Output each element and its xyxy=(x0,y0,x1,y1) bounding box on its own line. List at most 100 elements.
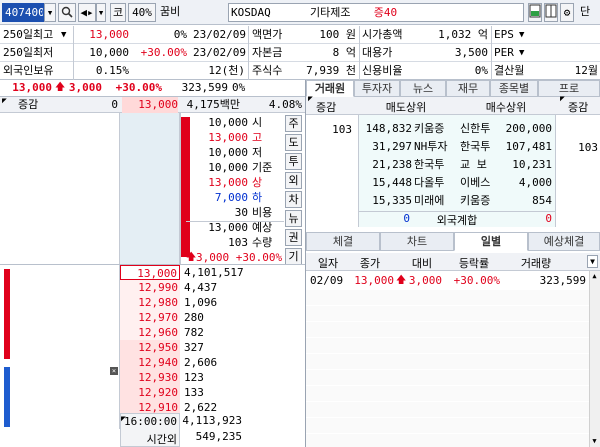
order-book-row[interactable]: 12,920 133 xyxy=(120,385,305,400)
order-book-row[interactable]: 12,980 1,096 xyxy=(120,295,305,310)
daily-row[interactable]: 02/09 13,000 🡅 3,000 +30.00% 323,599 xyxy=(306,273,589,289)
buy-broker[interactable]: 한국투 xyxy=(460,139,490,155)
trader-tab[interactable]: 프로 xyxy=(538,80,600,97)
ask-price[interactable]: 13,000 xyxy=(120,265,180,280)
bottom-tab[interactable]: 예상체결 xyxy=(528,232,600,251)
sell-broker[interactable]: NH투자 xyxy=(414,139,448,155)
daily-header[interactable]: 일자 xyxy=(310,255,346,271)
trader-left-change-label: 증감 xyxy=(316,101,337,114)
search-icon[interactable] xyxy=(58,3,76,22)
market-prefix-button[interactable]: 코 xyxy=(110,3,126,22)
trader-row: 31,297 NH투자 한국투 107,481 xyxy=(358,139,556,155)
shares-label: 주식수 xyxy=(252,64,283,77)
buy-broker[interactable]: 신한투 xyxy=(460,121,490,137)
ask-price[interactable]: 12,930 xyxy=(120,370,180,385)
market-cap-label: 시가총액 xyxy=(362,28,403,41)
stock-code-input[interactable]: 407400 xyxy=(2,3,44,22)
daily-header[interactable]: 거래량 xyxy=(506,255,566,271)
sell-broker[interactable]: 한국투 xyxy=(414,157,444,173)
daily-sort-dropdown-icon[interactable]: ▼ xyxy=(587,255,598,268)
daily-change: 3,000 xyxy=(408,274,442,287)
trader-panel: ◤ 증감 매도상위 매수상위 ◤ 증감 103 103 148,832 키움증 신한… xyxy=(306,94,600,227)
buy-broker[interactable]: 이베스 xyxy=(460,175,490,191)
back-forward-icon[interactable]: ◀▸ xyxy=(78,3,96,22)
sell-price-area xyxy=(120,113,180,265)
summary-row: 13,000 예상 xyxy=(186,220,284,235)
window-split-icon[interactable] xyxy=(528,3,542,22)
summary-row: 🡅 3,000 +30.00% xyxy=(186,250,284,265)
side-tab-button[interactable]: 차 xyxy=(285,191,302,208)
trader-tab[interactable]: 종목별 xyxy=(490,80,538,97)
up-arrow-icon: 🡅 xyxy=(186,252,197,263)
side-tab-button[interactable]: 외 xyxy=(285,172,302,189)
sell-broker[interactable]: 미래에 xyxy=(414,193,444,209)
ask-price[interactable]: 12,920 xyxy=(120,385,180,400)
summary-value: 10,000 xyxy=(208,161,248,174)
sell-volume-bar xyxy=(4,269,10,359)
daily-header[interactable]: 종가 xyxy=(346,255,394,271)
per-dropdown-icon[interactable]: ▼ xyxy=(519,45,524,62)
code-dropdown-icon[interactable]: ▾ xyxy=(44,3,56,22)
stock-info-table: 250일최고 ▼ 13,000 0% 23/02/09 액면가 100 원 시가… xyxy=(0,26,600,80)
foreign-sum-right: 0 xyxy=(545,212,552,225)
high-250d-dropdown-icon[interactable]: ▼ xyxy=(61,27,66,44)
trader-row: 21,238 한국투 교 보 10,231 xyxy=(358,157,556,173)
credit-ratio-value: 0% xyxy=(474,64,488,77)
side-tab-button[interactable]: 도 xyxy=(285,134,302,151)
daily-header[interactable]: 등락률 xyxy=(446,255,502,271)
trader-tab[interactable]: 뉴스 xyxy=(400,80,446,97)
buy-broker[interactable]: 교 보 xyxy=(460,157,487,173)
order-book-row[interactable]: 12,930 123 xyxy=(120,370,305,385)
trader-tab[interactable]: 거래원 xyxy=(306,80,354,97)
window-layout-icon[interactable] xyxy=(544,3,558,22)
bottom-tab[interactable]: 차트 xyxy=(380,232,454,251)
daily-header[interactable]: 대비 xyxy=(398,255,446,271)
scroll-down-icon[interactable]: ▼ xyxy=(589,436,600,447)
trader-tab[interactable]: 재무 xyxy=(446,80,490,97)
daily-rate: +30.00% xyxy=(453,274,500,287)
high-250d-rate: 0% xyxy=(173,28,187,41)
sell-broker[interactable]: 다올투 xyxy=(414,175,444,191)
scroll-up-icon[interactable]: ▲ xyxy=(589,271,600,282)
trader-tab[interactable]: 투자자 xyxy=(354,80,400,97)
buy-qty: 10,231 xyxy=(512,158,552,171)
ask-price[interactable]: 12,960 xyxy=(120,325,180,340)
corner-marker-icon: ◤ xyxy=(2,96,7,105)
daily-volume: 323,599 xyxy=(539,274,586,287)
daily-scrollbar[interactable] xyxy=(589,271,600,447)
ask-price[interactable]: 12,990 xyxy=(120,280,180,295)
summary-row: 13,000 고 xyxy=(186,130,284,145)
fiscal-month-value: 12월 xyxy=(574,64,598,77)
ask-price[interactable]: 12,970 xyxy=(120,310,180,325)
ask-price[interactable]: 12,940 xyxy=(120,355,180,370)
ask-price[interactable]: 12,980 xyxy=(120,295,180,310)
order-book-row[interactable]: 12,940 2,606 xyxy=(120,355,305,370)
order-book: ◤ 증감 0 13,000 4,175백만 4.08% 10,000 시 13,00… xyxy=(0,96,305,447)
gear-icon[interactable]: ⚙ xyxy=(560,3,574,22)
buy-broker[interactable]: 키움증 xyxy=(460,193,490,209)
expand-icon[interactable]: × xyxy=(110,367,118,375)
side-tab-button[interactable]: 투 xyxy=(285,153,302,170)
side-tab-button[interactable]: 기 xyxy=(285,248,302,265)
buy-volume-bar xyxy=(4,367,10,427)
order-book-row[interactable]: 12,960 782 xyxy=(120,325,305,340)
sell-broker[interactable]: 키움증 xyxy=(414,121,444,137)
summary-label: 하 xyxy=(252,191,263,204)
side-tab-button[interactable]: 권 xyxy=(285,229,302,246)
order-book-row[interactable]: 13,000 4,101,517 xyxy=(120,265,305,280)
bottom-tab[interactable]: 일별 xyxy=(454,232,528,251)
side-tab-button[interactable]: 뉴 xyxy=(285,210,302,227)
buy-qty: 107,481 xyxy=(505,140,552,153)
bottom-tab[interactable]: 체결 xyxy=(306,232,380,251)
order-book-row[interactable]: 12,970 280 xyxy=(120,310,305,325)
side-tab-button[interactable]: 주 xyxy=(285,115,302,132)
order-book-row[interactable]: 12,950 327 xyxy=(120,340,305,355)
eps-dropdown-icon[interactable]: ▼ xyxy=(519,27,524,44)
history-dropdown-icon[interactable]: ▾ xyxy=(96,3,106,22)
ask-price[interactable]: 12,950 xyxy=(120,340,180,355)
summary-label: 상 xyxy=(252,176,263,189)
per-label: PER xyxy=(494,46,514,59)
order-book-row[interactable]: 12,990 4,437 xyxy=(120,280,305,295)
summary-row: 103 수량 xyxy=(186,235,284,250)
toolbar: 407400 ▾ ◀▸ ▾ 코 40% 꿈비 KOSDAQ 기타제조 증40 ⚙… xyxy=(0,0,600,25)
